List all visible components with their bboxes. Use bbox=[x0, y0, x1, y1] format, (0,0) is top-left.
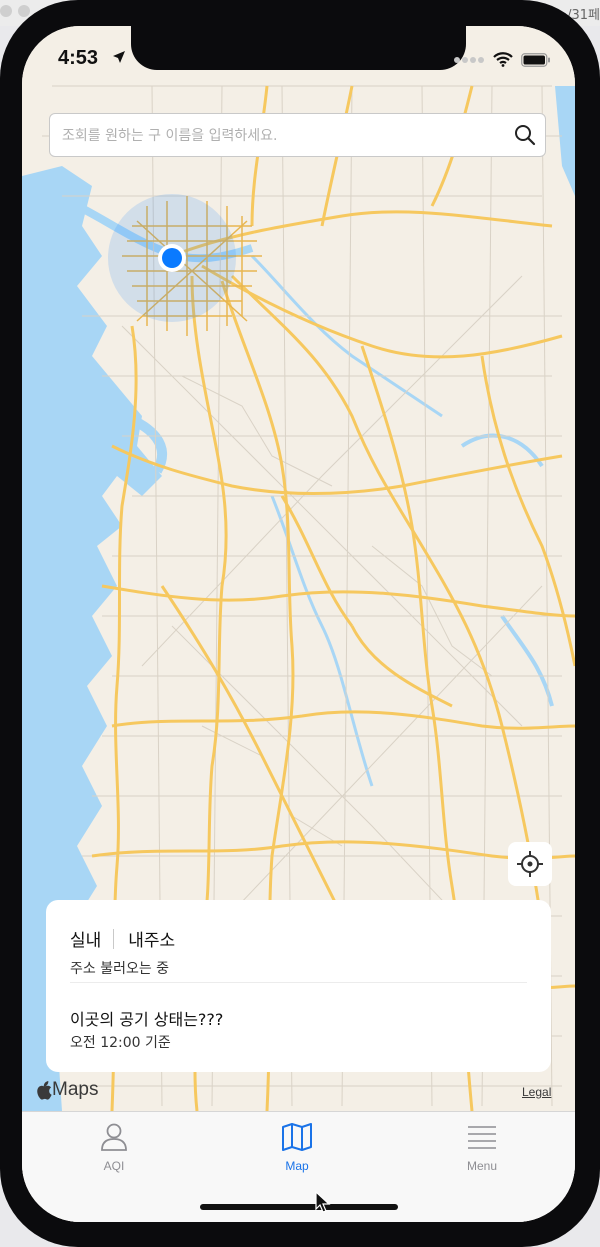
user-location-dot bbox=[162, 248, 182, 268]
search-bar[interactable] bbox=[49, 113, 546, 158]
tab-aqi-label: AQI bbox=[103, 1159, 125, 1173]
notch bbox=[131, 26, 466, 70]
address-status: 주소 불러오는 중 bbox=[70, 961, 170, 977]
air-info-card[interactable]: 실내 내주소 주소 불러오는 중 이곳의 공기 상태는??? 오전 12:00 … bbox=[46, 900, 551, 1072]
person-icon bbox=[101, 1123, 127, 1151]
search-icon[interactable] bbox=[513, 123, 537, 147]
phone-screen: 4:53 조회를 원하는 구 이름을 입력하세요. 실내 내주소 주소 불러오는… bbox=[22, 26, 575, 1222]
window-close-dot[interactable] bbox=[0, 5, 12, 17]
map-icon bbox=[282, 1123, 312, 1151]
home-indicator[interactable] bbox=[200, 1204, 398, 1210]
menu-icon bbox=[468, 1126, 496, 1149]
status-time: 4:53 bbox=[58, 47, 99, 69]
battery-icon bbox=[521, 52, 550, 67]
maps-text: Maps bbox=[52, 1079, 99, 1100]
tab-map-label: Map bbox=[285, 1159, 309, 1173]
status-indicators bbox=[453, 52, 551, 67]
tab-aqi[interactable]: AQI bbox=[59, 1122, 169, 1173]
tab-menu[interactable]: Menu bbox=[427, 1122, 537, 1173]
air-quality-question: 이곳의 공기 상태는??? bbox=[70, 1010, 224, 1029]
my-address-label[interactable]: 내주소 bbox=[128, 926, 175, 951]
tab-menu-label: Menu bbox=[466, 1159, 498, 1173]
card-divider bbox=[70, 982, 527, 983]
label-divider bbox=[113, 928, 115, 949]
window-minimize-dot[interactable] bbox=[18, 5, 30, 17]
wifi-icon bbox=[493, 52, 513, 67]
mouse-cursor-icon bbox=[315, 1191, 331, 1213]
legal-link[interactable]: Legal bbox=[522, 1085, 551, 1099]
indoor-label[interactable]: 실내 bbox=[70, 926, 101, 951]
time-basis: 오전 12:00 기준 bbox=[70, 1035, 171, 1051]
signal-dots-icon bbox=[454, 56, 484, 63]
location-arrow-icon bbox=[113, 51, 125, 63]
card-header-row: 실내 내주소 bbox=[70, 926, 175, 951]
current-location-button[interactable] bbox=[508, 842, 552, 886]
apple-logo-icon bbox=[37, 1080, 52, 1100]
crosshair-icon bbox=[517, 851, 543, 877]
maps-attribution: Maps bbox=[36, 1079, 98, 1101]
tab-map[interactable]: Map bbox=[242, 1122, 352, 1173]
search-input[interactable] bbox=[60, 114, 504, 158]
